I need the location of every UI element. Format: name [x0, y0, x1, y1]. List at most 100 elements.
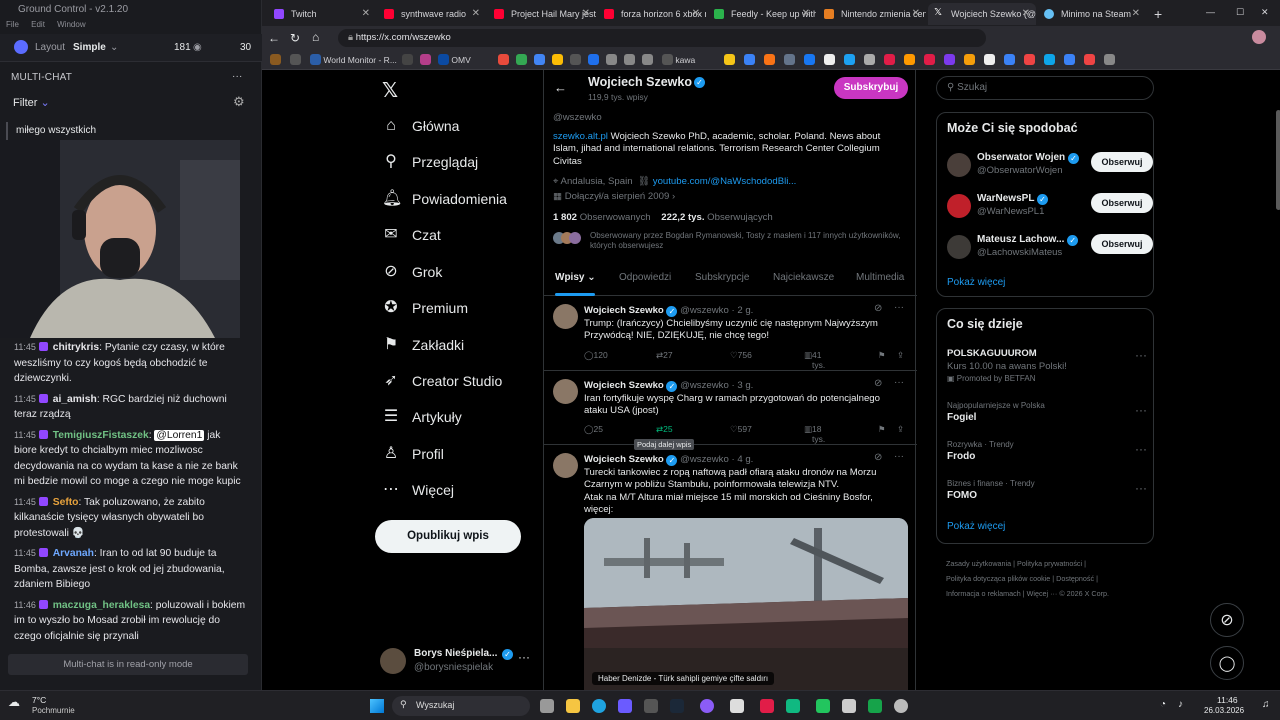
follow-button[interactable]: Obserwuj [1091, 152, 1153, 172]
tab-replies[interactable]: Odpowiedzi [619, 272, 671, 283]
close-icon[interactable]: ✕ [362, 8, 370, 19]
tab-synthwave[interactable]: synthwave radio ✕ [378, 3, 486, 25]
bookmark-item[interactable] [804, 54, 815, 65]
more-icon[interactable]: ··· [894, 451, 904, 462]
app-icon[interactable] [760, 699, 774, 713]
menu-edit[interactable]: Edit [31, 20, 45, 29]
taskbar-search[interactable]: ⚲ Wyszukaj [392, 696, 530, 716]
volume-icon[interactable]: ♪ [1178, 699, 1183, 710]
followed-by[interactable]: Obserwowany przez Bogdan Rymanowski, Tos… [590, 231, 910, 251]
nav-notifications[interactable]: 🔔︎ Powiadomienia [382, 186, 507, 212]
clock-date[interactable]: 26.03.2026 [1204, 706, 1244, 715]
app-icon[interactable] [842, 699, 856, 713]
account-switcher[interactable]: Borys Nieśpiela... ✓ @borysniespielak ··… [380, 645, 540, 681]
edge-icon[interactable] [592, 699, 606, 713]
tab-posts[interactable]: Wpisy ⌄ [555, 272, 596, 283]
bookmark-item[interactable] [624, 54, 635, 65]
subscribe-button[interactable]: Subskrybuj [834, 77, 908, 99]
chat-mention[interactable]: @Lorren1 [154, 429, 205, 441]
bookmark-item[interactable] [606, 54, 617, 65]
bookmark-item[interactable] [1084, 54, 1095, 65]
chat-fab-icon[interactable]: ◯ [1210, 646, 1244, 680]
share-icon[interactable]: ⇪ [897, 424, 904, 435]
bookmark-item[interactable] [420, 54, 431, 65]
chat-username[interactable]: TemigiuszFistaszek [53, 430, 149, 441]
tab-twitch[interactable]: Twitch ✕ [268, 3, 376, 25]
explorer-icon[interactable] [566, 699, 580, 713]
chat-username[interactable]: chitrykris [53, 342, 99, 353]
chat-username[interactable]: Arvanah [53, 548, 94, 559]
app-icon[interactable] [730, 699, 744, 713]
task-view-icon[interactable] [540, 699, 554, 713]
grok-icon[interactable]: ⊘ [874, 452, 882, 463]
bookmark-item[interactable] [1044, 54, 1055, 65]
wifi-icon[interactable]: ◔ [1160, 699, 1166, 710]
bookmark-icon[interactable]: ⚑ [878, 424, 886, 435]
like-button[interactable]: ♡ 756 [730, 350, 752, 361]
reply-button[interactable]: ◯ 120 [584, 350, 608, 361]
nav-articles[interactable]: ☰ Artykuły [382, 404, 462, 430]
bookmark-item[interactable] [824, 54, 835, 65]
bookmark-item[interactable] [642, 54, 653, 65]
bookmark-item[interactable] [402, 54, 413, 65]
bookmark-item[interactable] [764, 54, 775, 65]
clock-time[interactable]: 11:46 [1217, 695, 1238, 705]
tab-media[interactable]: Multimedia [856, 272, 904, 283]
follow-button[interactable]: Obserwuj [1091, 193, 1153, 213]
gear-icon[interactable]: ⚙ [233, 94, 245, 110]
bookmark-omv[interactable]: OMV [438, 54, 471, 65]
post-button[interactable]: Opublikuj wpis [375, 520, 521, 553]
layout-select[interactable]: Simple [73, 42, 106, 53]
tab-forza[interactable]: forza horizon 6 xbox n ✕ [598, 3, 706, 25]
tab-steam[interactable]: Minimo na Steam ✕ [1038, 3, 1146, 25]
home-icon[interactable]: ⌂ [312, 30, 319, 44]
bookmark-item[interactable] [984, 54, 995, 65]
followers-link[interactable]: 222,2 tys. Obserwujących [661, 212, 772, 223]
bookmark-item[interactable] [844, 54, 855, 65]
grok-icon[interactable]: ⊘ [874, 378, 882, 389]
nav-grok[interactable]: ⊘ Grok [382, 259, 442, 285]
search-input[interactable]: ⚲ Szukaj [936, 76, 1154, 100]
show-more-link[interactable]: Pokaż więcej [947, 277, 1005, 288]
chevron-down-icon[interactable]: ⌄ [110, 42, 118, 53]
views-button[interactable]: ▥ 18 tys. [804, 424, 825, 444]
windows-start-icon[interactable] [370, 699, 384, 713]
tab-feedly[interactable]: Feedly - Keep up with ✕ [708, 3, 816, 25]
more-icon[interactable]: ··· [232, 71, 243, 82]
suggestion-item[interactable]: WarNewsPL ✓ @WarNewsPL1 Obserwuj [947, 191, 1153, 227]
close-icon[interactable]: ✕ [912, 8, 920, 19]
minimize-button[interactable]: — [1202, 3, 1222, 25]
nav-profile[interactable]: ♙ Profil [382, 441, 444, 467]
bookmark-item[interactable] [498, 54, 509, 65]
weather-temp[interactable]: 7°C [32, 695, 46, 705]
tweet[interactable]: Wojciech Szewko ✓ @wszewko · 2 g. ⊘ ··· … [544, 296, 917, 371]
chevron-down-icon[interactable]: ⌄ [41, 97, 50, 109]
bookmark-item[interactable] [784, 54, 795, 65]
bookmark-item[interactable] [516, 54, 527, 65]
bookmark-item[interactable] [864, 54, 875, 65]
tab-project-hail-mary[interactable]: Project Hail Mary jest ✕ [488, 3, 596, 25]
promoted-trend[interactable]: POLSKAGUUUROM Kurs 10.00 na awans Polski… [947, 348, 1147, 383]
bookmark-icon[interactable]: ⚑ [878, 350, 886, 361]
nav-bookmarks[interactable]: ⚑ Zakładki [382, 332, 464, 358]
more-icon[interactable]: ··· [1135, 481, 1147, 495]
profile-website[interactable]: youtube.com/@NaWschododBli... [653, 176, 797, 187]
bookmark-item[interactable] [904, 54, 915, 65]
bookmark-world-monitor[interactable]: World Monitor - R... [310, 54, 397, 65]
more-icon[interactable]: ··· [1135, 403, 1147, 417]
chat-username[interactable]: ai_amish [53, 394, 97, 405]
bookmark-kawa[interactable]: kawa [662, 54, 695, 65]
bookmark-item[interactable] [534, 54, 545, 65]
close-icon[interactable]: ✕ [472, 8, 480, 19]
bookmark-item[interactable] [944, 54, 955, 65]
steam-icon[interactable] [670, 699, 684, 713]
bookmark-item[interactable] [1064, 54, 1075, 65]
reply-button[interactable]: ◯ 25 [584, 424, 603, 435]
tab-nintendo[interactable]: Nintendo zmienia cen ✕ [818, 3, 926, 25]
suggestion-item[interactable]: Mateusz Lachow... ✓ @LachowskiMateus Obs… [947, 232, 1153, 268]
bookmark-item[interactable] [1104, 54, 1115, 65]
bookmark-item[interactable] [964, 54, 975, 65]
trend-item[interactable]: Biznes i finanse · Trendy FOMO ··· [947, 479, 1147, 501]
views-button[interactable]: ▥ 41 tys. [804, 350, 825, 370]
x-logo-icon[interactable]: 𝕏 [382, 78, 398, 103]
